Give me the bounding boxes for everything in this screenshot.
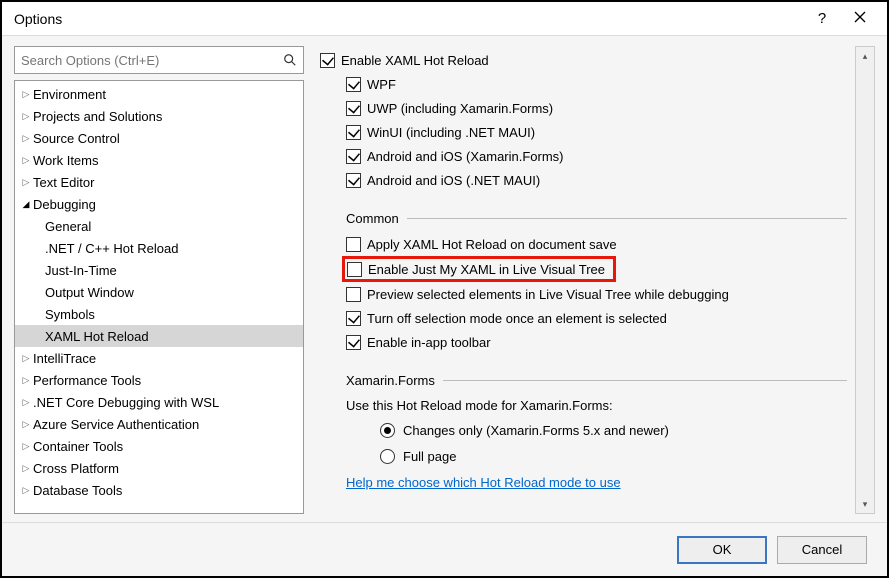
tree-item-net-cpp-hot-reload[interactable]: .NET / C++ Hot Reload <box>15 237 303 259</box>
platform-android-ios-maui-row: Android and iOS (.NET MAUI) <box>346 168 847 192</box>
options-dialog: Options ? ▷Environment ▷Projects and Sol… <box>0 0 889 578</box>
chevron-right-icon: ▷ <box>19 483 33 497</box>
settings-scrollbar[interactable]: ▴ ▾ <box>855 46 875 514</box>
preview-selected-checkbox[interactable] <box>346 287 361 302</box>
close-icon <box>854 11 866 26</box>
tree-item-container-tools[interactable]: ▷Container Tools <box>15 435 303 457</box>
common-section-header: Common <box>346 208 847 228</box>
tree-item-symbols[interactable]: Symbols <box>15 303 303 325</box>
close-button[interactable] <box>841 4 879 34</box>
enable-inapp-toolbar-row: Enable in-app toolbar <box>346 330 847 354</box>
divider <box>443 380 847 381</box>
apply-on-save-checkbox[interactable] <box>346 237 361 252</box>
chevron-right-icon: ▷ <box>19 351 33 365</box>
search-icon <box>281 51 299 69</box>
platform-winui-row: WinUI (including .NET MAUI) <box>346 120 847 144</box>
tree-item-output-window[interactable]: Output Window <box>15 281 303 303</box>
tree-item-intellitrace[interactable]: ▷IntelliTrace <box>15 347 303 369</box>
platform-android-ios-maui-checkbox[interactable] <box>346 173 361 188</box>
radio-changes-only[interactable] <box>380 423 395 438</box>
platform-winui-checkbox[interactable] <box>346 125 361 140</box>
chevron-right-icon: ▷ <box>19 461 33 475</box>
enable-xaml-hot-reload-row: Enable XAML Hot Reload <box>320 48 847 72</box>
tree-item-cross-platform[interactable]: ▷Cross Platform <box>15 457 303 479</box>
chevron-right-icon: ▷ <box>19 131 33 145</box>
scroll-down-icon[interactable]: ▾ <box>856 495 874 513</box>
help-link[interactable]: Help me choose which Hot Reload mode to … <box>346 475 621 490</box>
tree-item-text-editor[interactable]: ▷Text Editor <box>15 171 303 193</box>
just-my-xaml-highlight: Enable Just My XAML in Live Visual Tree <box>342 256 616 282</box>
tree-item-work-items[interactable]: ▷Work Items <box>15 149 303 171</box>
settings-scroll: Enable XAML Hot Reload WPF UWP (includin… <box>318 46 855 514</box>
window-title: Options <box>14 11 803 27</box>
tree-item-debugging[interactable]: ◢Debugging <box>15 193 303 215</box>
platform-uwp-checkbox[interactable] <box>346 101 361 116</box>
scroll-up-icon[interactable]: ▴ <box>856 47 874 65</box>
help-link-row: Help me choose which Hot Reload mode to … <box>346 469 847 490</box>
enable-xaml-hot-reload-checkbox[interactable] <box>320 53 335 68</box>
chevron-right-icon: ▷ <box>19 395 33 409</box>
cancel-button[interactable]: Cancel <box>777 536 867 564</box>
enable-inapp-toolbar-checkbox[interactable] <box>346 335 361 350</box>
tree-item-projects[interactable]: ▷Projects and Solutions <box>15 105 303 127</box>
radio-full-page[interactable] <box>380 449 395 464</box>
platform-android-ios-xf-row: Android and iOS (Xamarin.Forms) <box>346 144 847 168</box>
chevron-right-icon: ▷ <box>19 87 33 101</box>
platform-wpf-row: WPF <box>346 72 847 96</box>
search-box[interactable] <box>14 46 304 74</box>
search-input[interactable] <box>21 53 281 68</box>
platform-wpf-checkbox[interactable] <box>346 77 361 92</box>
turn-off-selection-row: Turn off selection mode once an element … <box>346 306 847 330</box>
divider <box>407 218 847 219</box>
preview-selected-row: Preview selected elements in Live Visual… <box>346 282 847 306</box>
chevron-right-icon: ▷ <box>19 373 33 387</box>
tree-item-general[interactable]: General <box>15 215 303 237</box>
chevron-right-icon: ▷ <box>19 439 33 453</box>
xamarin-desc: Use this Hot Reload mode for Xamarin.For… <box>346 394 847 417</box>
tree-item-xaml-hot-reload[interactable]: XAML Hot Reload <box>15 325 303 347</box>
tree-item-environment[interactable]: ▷Environment <box>15 83 303 105</box>
help-button[interactable]: ? <box>803 4 841 34</box>
xamarin-radio-group: Changes only (Xamarin.Forms 5.x and newe… <box>380 417 847 469</box>
radio-full-page-row: Full page <box>380 443 847 469</box>
chevron-right-icon: ▷ <box>19 153 33 167</box>
settings-panel: Enable XAML Hot Reload WPF UWP (includin… <box>318 46 875 514</box>
tree-item-database-tools[interactable]: ▷Database Tools <box>15 479 303 501</box>
enable-xaml-hot-reload-label: Enable XAML Hot Reload <box>341 53 489 68</box>
radio-changes-only-row: Changes only (Xamarin.Forms 5.x and newe… <box>380 417 847 443</box>
ok-button[interactable]: OK <box>677 536 767 564</box>
platform-uwp-row: UWP (including Xamarin.Forms) <box>346 96 847 120</box>
apply-on-save-row: Apply XAML Hot Reload on document save <box>346 232 847 256</box>
options-tree[interactable]: ▷Environment ▷Projects and Solutions ▷So… <box>14 80 304 514</box>
tree-item-jit[interactable]: Just-In-Time <box>15 259 303 281</box>
tree-item-azure-auth[interactable]: ▷Azure Service Authentication <box>15 413 303 435</box>
chevron-right-icon: ▷ <box>19 417 33 431</box>
xamarin-section-header: Xamarin.Forms <box>346 370 847 390</box>
platform-android-ios-xf-checkbox[interactable] <box>346 149 361 164</box>
chevron-right-icon: ▷ <box>19 175 33 189</box>
titlebar: Options ? <box>2 2 887 36</box>
chevron-right-icon: ▷ <box>19 109 33 123</box>
just-my-xaml-checkbox[interactable] <box>347 262 362 277</box>
dialog-footer: OK Cancel <box>2 522 887 576</box>
tree-item-performance-tools[interactable]: ▷Performance Tools <box>15 369 303 391</box>
left-panel: ▷Environment ▷Projects and Solutions ▷So… <box>14 46 304 514</box>
help-icon: ? <box>818 10 826 27</box>
turn-off-selection-checkbox[interactable] <box>346 311 361 326</box>
tree-item-source-control[interactable]: ▷Source Control <box>15 127 303 149</box>
tree-item-netcore-wsl[interactable]: ▷.NET Core Debugging with WSL <box>15 391 303 413</box>
chevron-down-icon: ◢ <box>19 197 33 211</box>
dialog-body: ▷Environment ▷Projects and Solutions ▷So… <box>2 36 887 522</box>
